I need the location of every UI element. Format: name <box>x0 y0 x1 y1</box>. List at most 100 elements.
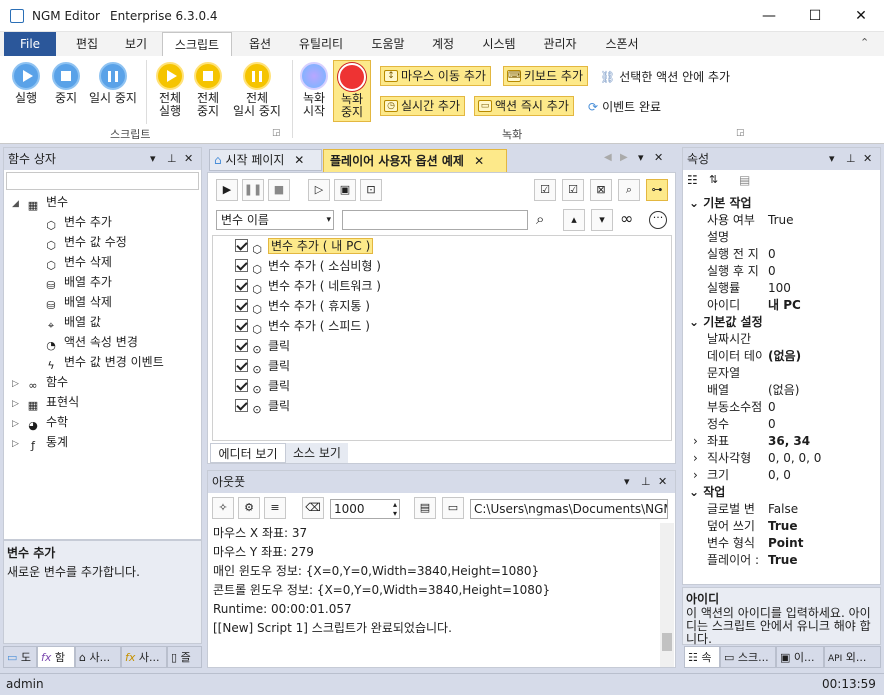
function-search-input[interactable] <box>6 172 199 190</box>
bottom-tab-properties[interactable]: ☷ 속 <box>684 646 720 668</box>
property-row[interactable]: 설명 <box>683 229 879 246</box>
property-value[interactable]: 100 <box>768 280 791 297</box>
run-button[interactable]: 실행 <box>6 62 46 105</box>
action-row[interactable]: ⊙ 클릭 <box>235 376 290 396</box>
add-realtime-button[interactable]: ◷ 실시간 추가 <box>380 96 466 116</box>
action-checkbox[interactable] <box>235 339 248 352</box>
pin-icon[interactable]: ⊥ <box>167 148 177 170</box>
menu-tab-admin[interactable]: 관리자 <box>535 32 585 56</box>
action-checkbox[interactable] <box>235 319 248 332</box>
property-value[interactable]: True <box>768 212 794 229</box>
tab-source-view[interactable]: 소스 보기 <box>286 443 348 463</box>
bottom-tab-image[interactable]: ▣ 이... <box>776 646 824 668</box>
record-start-button[interactable]: 녹화 시작 <box>296 62 332 118</box>
maximize-button[interactable]: ☐ <box>792 0 838 32</box>
delete-icon[interactable]: ⊠ <box>590 179 612 201</box>
move-down-icon[interactable]: ▾ <box>591 209 613 231</box>
add-mouse-move-button[interactable]: ↕ 마우스 이동 추가 <box>380 66 491 86</box>
tree-item[interactable]: ⬡ 변수 삭제 <box>44 252 112 272</box>
property-value[interactable]: 0 <box>768 399 776 416</box>
list-icon[interactable]: ≡ <box>264 497 286 519</box>
action-checkbox[interactable] <box>235 379 248 392</box>
output-path-field[interactable]: C:\Users\ngmas\Documents\NGM6\ <box>470 499 668 519</box>
bottom-tab-favorites[interactable]: ▯ 즐 <box>167 646 202 668</box>
close-icon[interactable]: ✕ <box>474 154 484 168</box>
output-count-input[interactable]: 1000 ▴ ▾ <box>330 499 400 519</box>
minimize-button[interactable]: — <box>746 0 792 32</box>
play-icon[interactable]: ▶ <box>216 179 238 201</box>
stop-all-button[interactable]: 전체 중지 <box>188 62 228 118</box>
property-row[interactable]: 아이디 내 PC <box>683 297 879 314</box>
property-value[interactable]: 36, 34 <box>768 433 810 450</box>
menu-tab-edit[interactable]: 편집 <box>68 32 106 56</box>
menu-tab-system[interactable]: 시스템 <box>472 32 526 56</box>
action-row[interactable]: ⊙ 클릭 <box>235 356 290 376</box>
tree-item[interactable]: ⬡ 변수 추가 <box>44 212 112 232</box>
step-icon[interactable]: ▷ <box>308 179 330 201</box>
bottom-tab-dictionary[interactable]: ⌂ 사... <box>75 646 121 668</box>
bottom-tab-function[interactable]: fx 함 <box>37 646 75 668</box>
close-icon[interactable]: ✕ <box>184 148 193 170</box>
close-button[interactable]: ✕ <box>838 0 884 32</box>
tab-list-icon[interactable]: ▾ <box>638 151 644 164</box>
menu-tab-help[interactable]: 도움말 <box>362 32 414 56</box>
property-value[interactable]: Point <box>768 535 803 552</box>
action-checkbox[interactable] <box>235 399 248 412</box>
page-settings-icon[interactable]: ⚙ <box>238 497 260 519</box>
expand-icon[interactable]: › <box>693 433 698 450</box>
property-category[interactable]: ⌄ 기본값 설정 <box>683 314 879 331</box>
property-value[interactable]: 0, 0 <box>768 467 791 484</box>
property-row[interactable]: › 좌표 36, 34 <box>683 433 879 450</box>
menu-tab-utility[interactable]: 유틸리티 <box>290 32 352 56</box>
search-icon[interactable]: ⌕ <box>618 179 640 201</box>
run-all-button[interactable]: 전체 실행 <box>150 62 190 118</box>
collapse-icon[interactable]: ⌄ <box>689 315 703 329</box>
expand-icon[interactable]: ▷ <box>12 394 22 414</box>
action-row[interactable]: ⊙ 클릭 <box>235 336 290 356</box>
eraser-icon[interactable]: ⌫ <box>302 497 324 519</box>
property-pages-icon[interactable]: ▤ <box>739 173 750 187</box>
property-row[interactable]: 부동소수점 0 <box>683 399 879 416</box>
categorized-icon[interactable]: ☷ <box>687 173 698 187</box>
property-category[interactable]: ⌄ 기본 작업 <box>683 195 879 212</box>
clean-icon[interactable]: ✧ <box>212 497 234 519</box>
property-row[interactable]: 문자열 <box>683 365 879 382</box>
tree-item[interactable]: ▷ ▦ 표현식 <box>12 392 79 412</box>
tab-editor-view[interactable]: 에디터 보기 <box>210 443 286 463</box>
bottom-tab-toolbox[interactable]: ▭ 도 <box>3 646 37 668</box>
search-icon[interactable]: ⌕ <box>536 210 544 228</box>
menu-tab-options[interactable]: 옵션 <box>241 32 279 56</box>
action-row[interactable]: ⬡ 변수 추가 ( 네트워크 ) <box>235 276 381 296</box>
dropdown-icon[interactable]: ▾ <box>624 471 630 493</box>
bottom-tab-external[interactable]: API 외... <box>824 646 881 668</box>
property-row[interactable]: 실행 전 지 0 <box>683 246 879 263</box>
property-row[interactable]: 배열 (없음) <box>683 382 879 399</box>
tree-item[interactable]: ⛁ 배열 삭제 <box>44 292 112 312</box>
action-row[interactable]: ⬡ 변수 추가 ( 내 PC ) <box>235 236 374 256</box>
more-icon[interactable]: ··· <box>649 211 667 229</box>
menu-tab-view[interactable]: 보기 <box>117 32 155 56</box>
tree-view-icon[interactable]: ⊶ <box>646 179 668 201</box>
property-value[interactable]: True <box>768 552 797 569</box>
check-icon[interactable]: ☑ <box>562 179 584 201</box>
tree-item[interactable]: ▷ ƒ 통계 <box>12 432 68 452</box>
property-row[interactable]: › 직사각형 0, 0, 0, 0 <box>683 450 879 467</box>
tab-prev-icon[interactable]: ◀ <box>604 152 612 163</box>
expand-icon[interactable]: ▷ <box>12 434 22 454</box>
group-launcher-icon[interactable]: ◲ <box>272 128 281 138</box>
property-value[interactable]: (없음) <box>768 382 799 399</box>
record-stop-button[interactable]: 녹화 중지 <box>333 60 371 122</box>
spinner-icon[interactable]: ▴ ▾ <box>393 500 397 518</box>
bottom-tab-script[interactable]: ▭ 스크... <box>720 646 776 668</box>
action-row[interactable]: ⬡ 변수 추가 ( 소심비형 ) <box>235 256 381 276</box>
tree-item[interactable]: ⛁ 배열 추가 <box>44 272 112 292</box>
property-value[interactable]: (없음) <box>768 348 801 365</box>
tree-item[interactable]: ϟ 변수 값 변경 이벤트 <box>44 352 163 372</box>
add-keyboard-button[interactable]: ⌨ 키보드 추가 <box>503 66 589 86</box>
collapse-icon[interactable]: ◢ <box>12 194 22 214</box>
add-in-action-button[interactable]: ⛓ 선택한 액션 안에 추가 <box>600 68 730 85</box>
infinity-icon[interactable]: ∞ <box>620 209 633 228</box>
menu-tab-file[interactable]: File <box>4 32 56 56</box>
tab-next-icon[interactable]: ▶ <box>620 152 628 163</box>
action-checkbox[interactable] <box>235 279 248 292</box>
